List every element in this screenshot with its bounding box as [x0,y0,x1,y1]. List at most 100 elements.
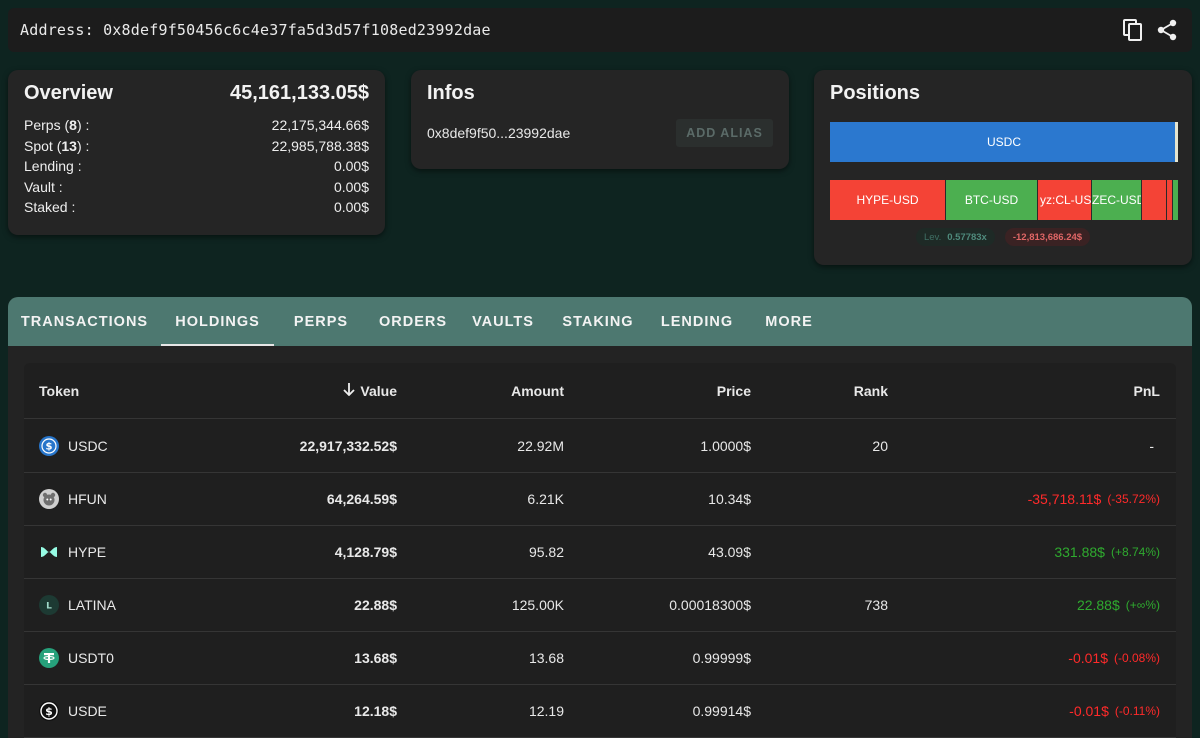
overview-row-staked: Staked : 0.00$ [24,197,369,218]
token-amount: 12.19 [528,703,564,719]
token-name: HFUN [68,491,107,507]
token-value: 64,264.59$ [326,491,397,507]
token-name: USDE [68,703,107,719]
token-value: 12.18$ [354,703,397,719]
overview-row-perps: Perps (8) : 22,175,344.66$ [24,115,369,136]
table-row[interactable]: USDT0 13.68$ 13.68 0.99999$ -0.01$ (-0.08… [24,632,1176,685]
table-row[interactable]: HFUN 64,264.59$ 6.21K 10.34$ -35,718.11$… [24,473,1176,526]
spot-allocation-bar[interactable]: USDC [830,122,1178,162]
tab-orders[interactable]: ORDERS [368,297,458,346]
token-name: USDC [68,438,108,454]
token-pnl: -0.01$ (-0.08%) [1068,650,1160,666]
lending-value: 0.00$ [333,158,369,174]
table-row[interactable]: $ USDE 12.18$ 12.19 0.99914$ -0.01$ (-0.1… [24,685,1176,738]
positions-card: Positions USDC HYPE-USD BTC-USD yz:CL-US… [814,70,1192,265]
spot-bar-remainder [1175,122,1178,162]
wallet-address: Address: 0x8def9f50456c6c4e37fa5d3d57f10… [20,21,491,39]
svg-text:$: $ [45,705,53,718]
spot-count: 13 [61,137,77,154]
token-price: 0.99999$ [692,650,751,666]
tab-vaults[interactable]: VAULTS [458,297,548,346]
spot-value: 22,985,788.38$ [271,137,369,154]
token-amount: 6.21K [527,491,564,507]
holdings-table: Token Value Amount Price Rank PnL $ USDC… [24,363,1176,738]
token-pnl: -35,718.11$ (-35.72%) [1027,491,1160,507]
column-header-value[interactable]: Value [342,363,397,418]
token-name: HYPE [68,544,107,560]
token-name: LATINA [68,597,116,613]
table-row[interactable]: $ USDC 22,917,332.52$ 22.92M 1.0000$ 20 … [24,420,1176,473]
staked-value: 0.00$ [333,199,369,215]
token-price: 10.34$ [708,491,751,507]
token-pnl: -0.01$ (-0.11%) [1069,703,1160,719]
token-price: 43.09$ [708,544,751,560]
token-value: 13.68$ [354,650,397,666]
column-header-pnl[interactable]: PnL [1134,363,1160,418]
token-pnl: 331.88$ (+8.74%) [1054,544,1160,560]
perp-allocation-bar: HYPE-USD BTC-USD yz:CL-USD ZEC-USD [830,180,1178,220]
perp-segment[interactable]: HYPE-USD [830,180,946,220]
usde-icon: $ [39,701,59,721]
tab-perps[interactable]: PERPS [274,297,368,346]
perp-segment[interactable] [1142,180,1167,220]
vault-value: 0.00$ [333,178,369,195]
hfun-icon [39,489,59,509]
overview-card: Overview 45,161,133.05$ Perps (8) : 22,1… [8,70,385,235]
token-price: 1.0000$ [700,438,751,454]
token-rank: 20 [872,438,888,454]
infos-title: Infos [427,82,475,104]
perp-segment[interactable]: yz:CL-USD [1038,180,1092,220]
hype-icon [39,542,59,562]
usdt0-icon [39,648,59,668]
share-icon[interactable] [1156,18,1178,42]
usdc-icon: $ [39,436,59,456]
sort-arrow-down-icon [342,382,356,399]
column-header-rank[interactable]: Rank [854,363,888,418]
token-rank: 738 [864,597,888,613]
short-address: 0x8def9f50...23992dae [427,125,571,141]
token-amount: 125.00K [511,597,564,613]
tab-holdings[interactable]: HOLDINGS [161,297,274,346]
add-alias-button[interactable]: ADD ALIAS [676,119,773,147]
token-amount: 13.68 [528,650,564,666]
spot-bar-label: USDC [986,135,1021,149]
tab-lending[interactable]: LENDING [648,297,746,346]
svg-text:$: $ [46,442,53,453]
address-actions [1122,18,1178,42]
perp-segment[interactable]: BTC-USD [946,180,1038,220]
tab-transactions[interactable]: TRANSACTIONS [8,297,161,346]
overview-row-lending: Lending : 0.00$ [24,156,369,177]
perps-value: 22,175,344.66$ [271,117,369,133]
tab-more[interactable]: MORE [746,297,832,346]
column-header-amount[interactable]: Amount [511,363,564,418]
leverage-badge: Lev. 0.57783x [915,228,995,246]
perp-segment[interactable] [1173,180,1178,220]
table-row[interactable]: HYPE 4,128.79$ 95.82 43.09$ 331.88$ (+8.7… [24,526,1176,579]
column-header-price[interactable]: Price [717,363,751,418]
holdings-panel: TRANSACTIONS HOLDINGS PERPS ORDERS VAULT… [8,297,1192,738]
token-amount: 95.82 [528,544,564,560]
token-value: 22.88$ [354,597,397,613]
token-value: 22,917,332.52$ [299,438,397,454]
copy-icon[interactable] [1122,18,1144,42]
pnl-badge: -12,813,686.24$ [1004,228,1091,246]
token-amount: 22.92M [517,438,564,454]
column-header-token[interactable]: Token [39,363,79,418]
positions-title: Positions [830,82,921,104]
infos-card: Infos 0x8def9f50...23992dae ADD ALIAS [411,70,789,169]
overview-title: Overview [24,82,113,104]
token-name: USDT0 [68,650,114,666]
tab-staking[interactable]: STAKING [548,297,648,346]
perps-count: 8 [69,117,77,133]
token-pnl: 22.88$ (+∞%) [1076,597,1160,613]
perp-segment[interactable]: ZEC-USD [1092,180,1142,220]
latina-icon: L [39,595,59,615]
overview-row-spot: Spot (13) : 22,985,788.38$ [24,136,369,157]
table-header: Token Value Amount Price Rank PnL [24,363,1176,419]
svg-text:L: L [46,602,52,612]
token-value: 4,128.79$ [334,544,397,560]
token-price: 0.99914$ [692,703,751,719]
address-bar: Address: 0x8def9f50456c6c4e37fa5d3d57f10… [8,8,1192,52]
tab-bar: TRANSACTIONS HOLDINGS PERPS ORDERS VAULT… [8,297,1192,346]
table-row[interactable]: L LATINA 22.88$ 125.00K 0.00018300$ 738 … [24,579,1176,632]
